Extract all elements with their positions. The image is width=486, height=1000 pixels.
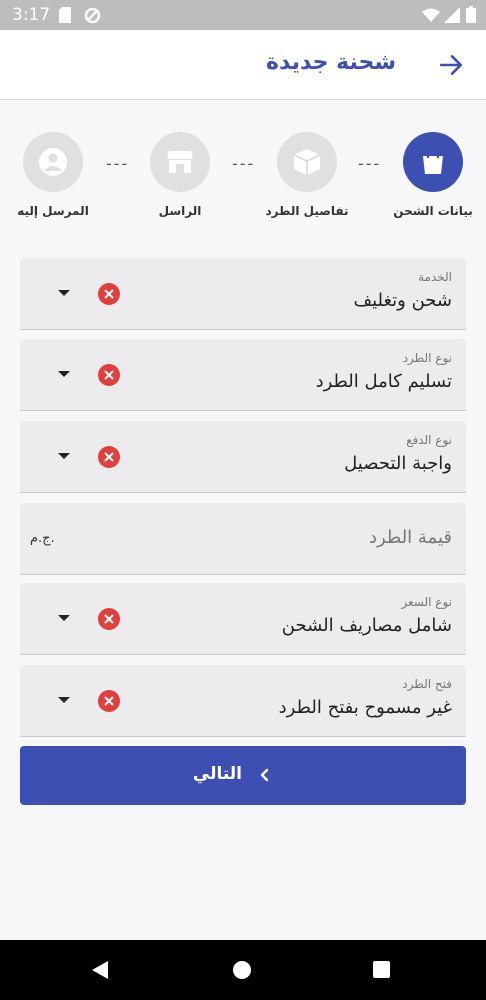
- account-circle-icon: [23, 132, 83, 192]
- field-label: نوع الطرد: [402, 351, 452, 365]
- status-time: 3:17: [12, 5, 51, 25]
- price-type-dropdown[interactable]: نوع السعر شامل مصاريف الشحن: [20, 583, 466, 655]
- battery-icon: [466, 6, 476, 23]
- step-receiver[interactable]: المرسل إليه: [0, 132, 108, 218]
- app-bar: شحنة جديدة: [0, 30, 486, 100]
- nav-home-icon[interactable]: [233, 961, 251, 979]
- shopping-bag-icon: [403, 132, 463, 192]
- step-label: الراسل: [158, 204, 202, 218]
- step-label: المرسل إليه: [17, 204, 89, 218]
- back-arrow-icon[interactable]: [438, 52, 464, 78]
- field-value: شحن وتغليف: [353, 290, 452, 311]
- field-value: شامل مصاريف الشحن: [281, 615, 452, 636]
- field-label: نوع السعر: [401, 595, 452, 609]
- field-value: واجبة التحصيل: [344, 453, 452, 474]
- dropdown-arrow-icon[interactable]: [58, 615, 70, 621]
- step-separator: ---: [232, 154, 256, 173]
- nav-recents-icon[interactable]: [373, 961, 390, 978]
- stepper: بيانات الشحن --- تفاصيل الطرد --- الراسل…: [0, 132, 486, 232]
- dropdown-arrow-icon[interactable]: [58, 290, 70, 296]
- data-saver-icon: [84, 7, 101, 24]
- signal-icon: [444, 7, 460, 23]
- open-parcel-dropdown[interactable]: فتح الطرد غير مسموح بفتح الطرد: [20, 665, 466, 737]
- step-label: بيانات الشحن: [393, 204, 473, 218]
- wifi-icon: [422, 8, 440, 22]
- chevron-left-icon: [260, 768, 269, 782]
- clear-icon[interactable]: [98, 283, 120, 305]
- service-dropdown[interactable]: الخدمة شحن وتغليف: [20, 258, 466, 330]
- field-placeholder: قيمة الطرد: [368, 527, 452, 548]
- step-separator: ---: [106, 154, 130, 173]
- page-title: شحنة جديدة: [266, 50, 396, 75]
- field-label: فتح الطرد: [402, 677, 452, 691]
- package-icon: [277, 132, 337, 192]
- step-label: تفاصيل الطرد: [265, 204, 349, 218]
- clear-icon[interactable]: [98, 608, 120, 630]
- next-button[interactable]: التالي: [20, 746, 466, 805]
- field-value: غير مسموح بفتح الطرد: [278, 697, 452, 718]
- field-label: نوع الدفع: [406, 433, 452, 447]
- payment-type-dropdown[interactable]: نوع الدفع واجبة التحصيل: [20, 421, 466, 493]
- field-label: الخدمة: [418, 270, 452, 284]
- parcel-type-dropdown[interactable]: نوع الطرد تسليم كامل الطرد: [20, 339, 466, 411]
- nav-back-icon[interactable]: [92, 961, 108, 979]
- next-button-label: التالي: [192, 764, 242, 784]
- clear-icon[interactable]: [98, 690, 120, 712]
- parcel-value-input[interactable]: قيمة الطرد ج.م.: [20, 503, 466, 575]
- field-value: تسليم كامل الطرد: [315, 371, 452, 392]
- currency-suffix: ج.م.: [30, 531, 55, 546]
- step-shipping-data[interactable]: بيانات الشحن: [378, 132, 486, 218]
- step-parcel-details[interactable]: تفاصيل الطرد: [252, 132, 362, 218]
- dropdown-arrow-icon[interactable]: [58, 371, 70, 377]
- clear-icon[interactable]: [98, 446, 120, 468]
- store-icon: [150, 132, 210, 192]
- dropdown-arrow-icon[interactable]: [58, 453, 70, 459]
- clear-icon[interactable]: [98, 364, 120, 386]
- system-nav-bar: [0, 940, 486, 1000]
- step-sender[interactable]: الراسل: [125, 132, 235, 218]
- sd-card-icon: [59, 7, 71, 23]
- status-bar: 3:17: [0, 0, 486, 30]
- dropdown-arrow-icon[interactable]: [58, 697, 70, 703]
